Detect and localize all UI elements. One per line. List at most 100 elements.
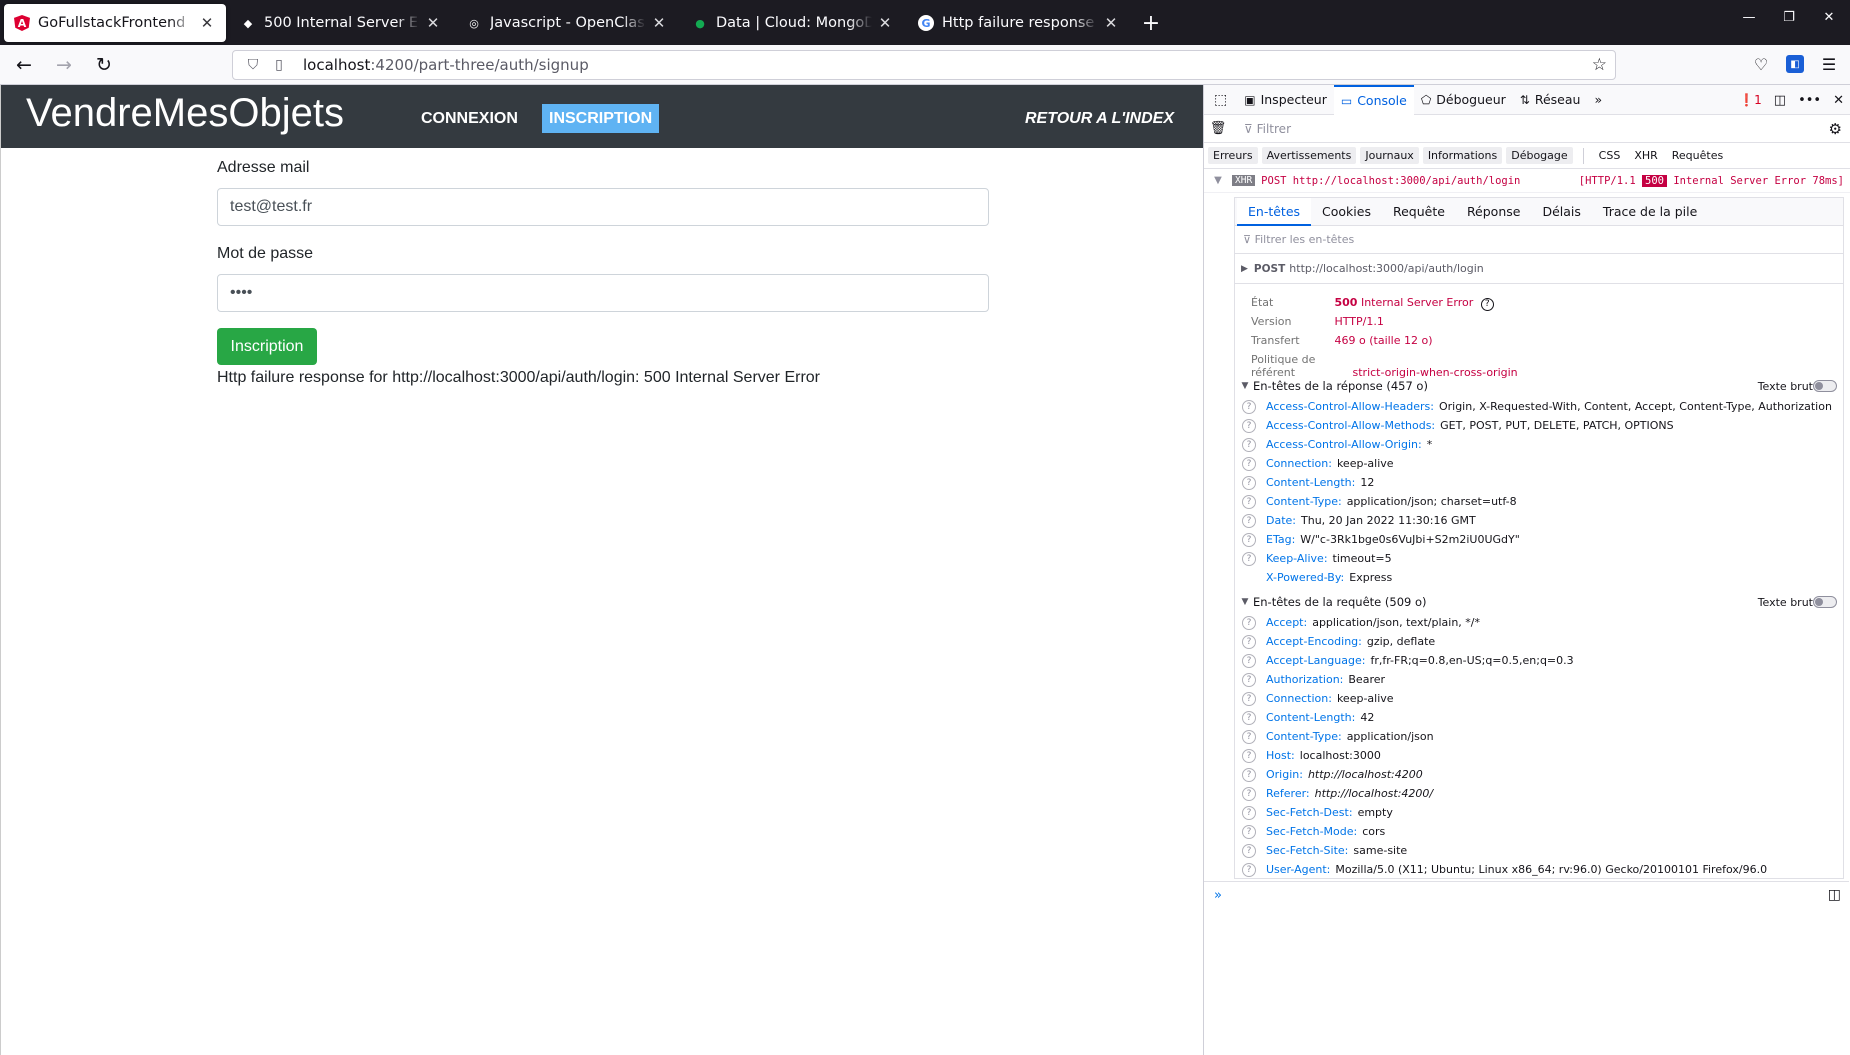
- header-row[interactable]: ? ETag: W/"c-3Rk1bge0s6VuJbi+S2m2iU0UGdY": [1235, 530, 1520, 549]
- tab-cookies[interactable]: Cookies: [1311, 198, 1382, 226]
- back-arrow-icon[interactable]: ←: [8, 49, 40, 81]
- tab-request[interactable]: Requête: [1382, 198, 1456, 226]
- menu-icon[interactable]: ☰: [1818, 49, 1840, 79]
- close-window-icon[interactable]: ✕: [1818, 10, 1840, 25]
- category-logs[interactable]: Journaux: [1360, 147, 1419, 164]
- split-console-icon[interactable]: ◫: [1828, 887, 1841, 903]
- xhr-log-row[interactable]: ▼ XHR POST http://localhost:3000/api/aut…: [1204, 169, 1850, 193]
- help-icon[interactable]: ?: [1242, 805, 1256, 820]
- header-row[interactable]: ? Origin: http://localhost:4200: [1235, 765, 1423, 784]
- tab-inspector[interactable]: ▣ Inspecteur: [1237, 85, 1334, 115]
- category-css[interactable]: CSS: [1594, 147, 1626, 164]
- gear-icon[interactable]: ⚙: [1829, 120, 1842, 138]
- more-options-icon[interactable]: •••: [1798, 93, 1821, 108]
- help-icon[interactable]: ?: [1242, 691, 1256, 706]
- help-icon[interactable]: ?: [1242, 456, 1256, 471]
- nav-login-link[interactable]: CONNEXION: [414, 104, 525, 133]
- help-icon[interactable]: ?: [1242, 437, 1256, 452]
- tab-timings[interactable]: Délais: [1531, 198, 1591, 226]
- tab-headers[interactable]: En-têtes: [1237, 197, 1312, 226]
- request-line[interactable]: ▶ POST http://localhost:3000/api/auth/lo…: [1235, 254, 1843, 284]
- help-icon[interactable]: ?: [1242, 634, 1256, 649]
- dock-icon[interactable]: ◫: [1774, 93, 1786, 108]
- help-icon[interactable]: ?: [1242, 399, 1256, 414]
- header-row[interactable]: ? Keep-Alive: timeout=5: [1235, 549, 1392, 568]
- header-row[interactable]: ? Access-Control-Allow-Methods: GET, POST,…: [1235, 416, 1674, 435]
- xhr-url[interactable]: http://localhost:3000/api/auth/login: [1293, 175, 1521, 187]
- help-icon[interactable]: ?: [1242, 475, 1256, 490]
- header-row[interactable]: ? Accept-Encoding: gzip, deflate: [1235, 632, 1435, 651]
- console-filter-input[interactable]: ⊽ Filtrer: [1244, 122, 1291, 136]
- element-picker-icon[interactable]: ⬚: [1204, 85, 1237, 115]
- console-input[interactable]: » ◫: [1204, 881, 1849, 911]
- tab-gofullstack[interactable]: A GoFullstackFrontend ✕: [4, 4, 226, 42]
- header-row[interactable]: ? Access-Control-Allow-Origin: *: [1235, 435, 1432, 454]
- header-row[interactable]: ? Content-Length: 12: [1235, 473, 1374, 492]
- email-field[interactable]: test@test.fr: [217, 188, 989, 226]
- category-requests[interactable]: Requêtes: [1667, 147, 1728, 164]
- trash-icon[interactable]: 🗑: [1204, 121, 1232, 136]
- header-row[interactable]: ? Sec-Fetch-Mode: cors: [1235, 822, 1385, 841]
- page-icon[interactable]: ▯: [269, 57, 289, 73]
- tab-response[interactable]: Réponse: [1456, 198, 1532, 226]
- help-icon[interactable]: ?: [1242, 653, 1256, 668]
- header-row[interactable]: ? Connection: keep-alive: [1235, 454, 1394, 473]
- request-headers-section[interactable]: ▼ En-têtes de la requête (509 o) Texte b…: [1235, 592, 1843, 612]
- tab-mongodb[interactable]: ● Data | Cloud: MongoDB Cloud ✕: [682, 4, 904, 42]
- header-row[interactable]: ? User-Agent: Mozilla/5.0 (X11; Ubuntu; Li…: [1235, 860, 1767, 879]
- headers-filter-input[interactable]: ⊽ Filtrer les en-têtes: [1235, 226, 1843, 254]
- category-errors[interactable]: Erreurs: [1208, 147, 1258, 164]
- pocket-icon[interactable]: ♡: [1750, 49, 1772, 79]
- new-tab-button[interactable]: +: [1134, 6, 1168, 40]
- tab-debugger[interactable]: ⬠ Débogueur: [1414, 85, 1513, 115]
- tab-network[interactable]: ⇅ Réseau: [1513, 85, 1588, 115]
- more-tabs-icon[interactable]: »: [1587, 85, 1609, 115]
- raw-toggle[interactable]: [1813, 380, 1837, 392]
- raw-toggle[interactable]: [1813, 596, 1837, 608]
- header-row[interactable]: ? Accept: application/json, text/plain, */…: [1235, 613, 1480, 632]
- help-icon[interactable]: ?: [1242, 494, 1256, 509]
- close-icon[interactable]: ✕: [1102, 14, 1120, 32]
- shield-icon[interactable]: ⛉: [243, 57, 263, 73]
- help-icon[interactable]: ?: [1242, 767, 1256, 782]
- category-info[interactable]: Informations: [1422, 147, 1503, 164]
- category-debug[interactable]: Débogage: [1506, 147, 1573, 164]
- help-icon[interactable]: ?: [1242, 551, 1256, 566]
- url-bar[interactable]: ⛉ ▯ localhost:4200/part-three/auth/signu…: [232, 50, 1616, 80]
- help-icon[interactable]: ?: [1242, 729, 1256, 744]
- help-icon[interactable]: ?: [1242, 615, 1256, 630]
- category-warnings[interactable]: Avertissements: [1261, 147, 1357, 164]
- header-row[interactable]: ? Connection: keep-alive: [1235, 689, 1394, 708]
- close-icon[interactable]: ✕: [650, 14, 668, 32]
- help-icon[interactable]: ?: [1242, 862, 1256, 877]
- tab-server-error[interactable]: ◆ 500 Internal Server Error ✕: [230, 4, 452, 42]
- restore-icon[interactable]: ❐: [1778, 10, 1800, 25]
- header-row[interactable]: ? Accept-Language: fr,fr-FR;q=0.8,en-US;q=…: [1235, 651, 1574, 670]
- help-icon[interactable]: ?: [1242, 786, 1256, 801]
- help-icon[interactable]: ?: [1242, 843, 1256, 858]
- back-to-index-link[interactable]: RETOUR A L'INDEX: [1025, 104, 1174, 133]
- header-row[interactable]: ? Host: localhost:3000: [1235, 746, 1381, 765]
- expand-caret-icon[interactable]: ▶: [1241, 264, 1248, 274]
- forward-arrow-icon[interactable]: →: [48, 49, 80, 81]
- tab-stack-trace[interactable]: Trace de la pile: [1592, 198, 1708, 226]
- help-icon[interactable]: ?: [1242, 513, 1256, 528]
- extension-icon[interactable]: ◧: [1786, 55, 1804, 73]
- collapse-caret-icon[interactable]: ▼: [1237, 381, 1253, 391]
- close-icon[interactable]: ✕: [424, 14, 442, 32]
- signup-button[interactable]: Inscription: [217, 328, 317, 365]
- category-xhr[interactable]: XHR: [1629, 147, 1662, 164]
- header-row[interactable]: ? Sec-Fetch-Dest: empty: [1235, 803, 1393, 822]
- collapse-caret-icon[interactable]: ▼: [1237, 597, 1253, 607]
- help-icon[interactable]: ?: [1242, 824, 1256, 839]
- header-row[interactable]: ? Access-Control-Allow-Headers: Origin, X-…: [1235, 397, 1832, 416]
- close-devtools-icon[interactable]: ✕: [1833, 93, 1844, 108]
- tab-openclassrooms[interactable]: ◎ Javascript - OpenClassrooms ✕: [456, 4, 678, 42]
- help-icon[interactable]: ?: [1242, 532, 1256, 547]
- help-icon[interactable]: ?: [1242, 672, 1256, 687]
- help-icon[interactable]: ?: [1242, 748, 1256, 763]
- header-row[interactable]: ? Date: Thu, 20 Jan 2022 11:30:16 GMT: [1235, 511, 1476, 530]
- reload-icon[interactable]: ↻: [88, 49, 120, 81]
- header-row[interactable]: ? Authorization: Bearer: [1235, 670, 1385, 689]
- minimize-icon[interactable]: —: [1738, 10, 1760, 25]
